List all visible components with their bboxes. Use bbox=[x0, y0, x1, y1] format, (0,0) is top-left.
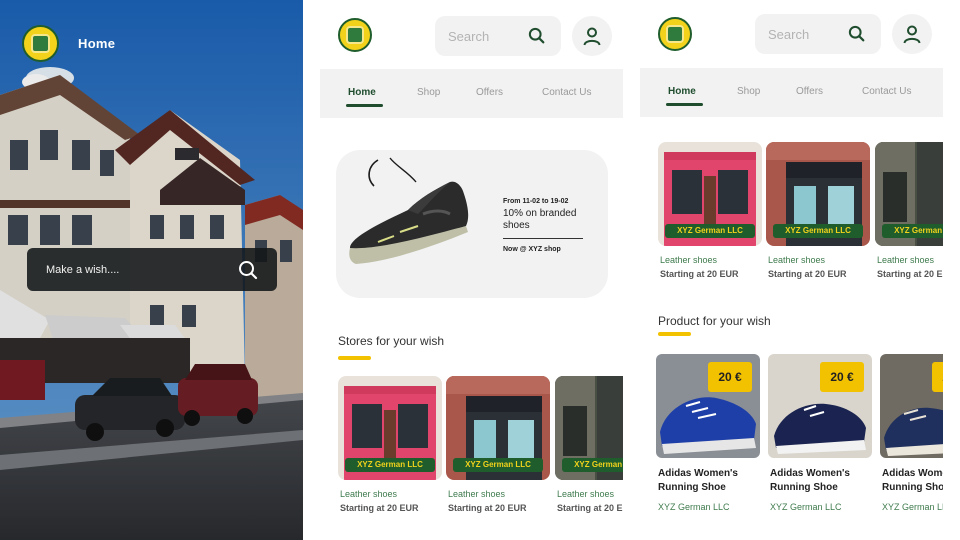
section-accent-bar bbox=[658, 332, 691, 336]
wish-search-bar bbox=[27, 248, 277, 291]
products-section-title: Product for your wish bbox=[658, 314, 771, 328]
product-name: Adidas Women's Running Shoe bbox=[882, 468, 943, 493]
user-icon bbox=[583, 27, 601, 46]
store-tag: XYZ German LLC bbox=[345, 458, 435, 472]
promo-banner[interactable]: From 11-02 to 19-02 10% on branded shoes… bbox=[336, 150, 608, 298]
header-search-bar bbox=[755, 14, 881, 54]
store-category: Leather shoes bbox=[557, 489, 615, 499]
brand-logo-icon[interactable] bbox=[338, 18, 372, 52]
banner-offer: 10% on branded shoes bbox=[503, 208, 577, 231]
hero-screen: Home bbox=[0, 0, 303, 540]
store-tag: XYZ German LLC bbox=[453, 458, 543, 472]
store-price: Starting at 20 EUR bbox=[877, 269, 943, 279]
store-category: Leather shoes bbox=[877, 255, 935, 265]
tab-offers[interactable]: Offers bbox=[796, 86, 823, 97]
tab-home[interactable]: Home bbox=[348, 87, 376, 98]
tab-home[interactable]: Home bbox=[668, 86, 696, 97]
price-badge: 20 € bbox=[820, 362, 864, 392]
user-account-button[interactable] bbox=[892, 14, 932, 54]
store-category: Leather shoes bbox=[448, 489, 506, 499]
store-tag: XYZ German LLC bbox=[665, 224, 755, 238]
store-price: Starting at 20 EUR bbox=[768, 269, 847, 279]
header-search-input[interactable] bbox=[768, 26, 848, 42]
main-nav: Home Shop Offers Contact Us bbox=[640, 68, 943, 117]
tab-contact-us[interactable]: Contact Us bbox=[542, 87, 591, 98]
search-icon[interactable] bbox=[238, 260, 258, 285]
store-price: Starting at 20 EUR bbox=[660, 269, 739, 279]
store-category: Leather shoes bbox=[340, 489, 398, 499]
banner-location: Now @ XYZ shop bbox=[503, 246, 561, 253]
product-seller: XYZ German LLC bbox=[882, 502, 943, 512]
running-shoe-image bbox=[349, 157, 469, 264]
brand-logo-icon[interactable] bbox=[22, 25, 59, 62]
tab-offers[interactable]: Offers bbox=[476, 87, 503, 98]
tab-shop[interactable]: Shop bbox=[737, 86, 760, 97]
header-search-input[interactable] bbox=[448, 28, 528, 44]
store-price: Starting at 20 EUR bbox=[340, 503, 419, 513]
store-price: Starting at 20 EUR bbox=[448, 503, 527, 513]
price-badge: 20 € bbox=[708, 362, 752, 392]
product-name: Adidas Women's Running Shoe bbox=[770, 468, 850, 493]
tab-shop[interactable]: Shop bbox=[417, 87, 440, 98]
product-seller: XYZ German LLC bbox=[770, 502, 842, 512]
stores-section-title: Stores for your wish bbox=[338, 334, 445, 348]
store-tag: XYZ German LLC bbox=[882, 224, 943, 238]
search-icon[interactable] bbox=[528, 27, 545, 49]
tab-contact-us[interactable]: Contact Us bbox=[862, 86, 911, 97]
main-nav: Home Shop Offers Contact Us bbox=[320, 69, 623, 118]
user-icon bbox=[903, 25, 921, 44]
banner-dates: From 11-02 to 19-02 bbox=[503, 198, 569, 205]
banner-divider bbox=[503, 238, 583, 239]
store-tag: XYZ German LLC bbox=[562, 458, 623, 472]
home-screen: Home Shop Offers Contact Us From 11-02 t… bbox=[320, 0, 623, 540]
store-tag: XYZ German LLC bbox=[773, 224, 863, 238]
nav-home-link[interactable]: Home bbox=[78, 36, 115, 51]
search-icon[interactable] bbox=[848, 25, 865, 47]
app-mockup-canvas: Home Home Shop Offers Contact Us bbox=[0, 0, 960, 540]
price-badge: 20 € bbox=[932, 362, 943, 392]
store-category: Leather shoes bbox=[660, 255, 718, 265]
store-price: Starting at 20 EUR bbox=[557, 503, 623, 513]
wish-search-input[interactable] bbox=[46, 263, 226, 276]
section-accent-bar bbox=[338, 356, 371, 360]
user-account-button[interactable] bbox=[572, 16, 612, 56]
product-seller: XYZ German LLC bbox=[658, 502, 730, 512]
active-tab-indicator bbox=[346, 104, 383, 107]
brand-logo-icon[interactable] bbox=[658, 17, 692, 51]
product-name: Adidas Women's Running Shoe bbox=[658, 468, 738, 493]
shop-screen: Home Shop Offers Contact Us XYZ German L… bbox=[640, 0, 943, 540]
active-tab-indicator bbox=[666, 103, 703, 106]
store-category: Leather shoes bbox=[768, 255, 826, 265]
header-search-bar bbox=[435, 16, 561, 56]
